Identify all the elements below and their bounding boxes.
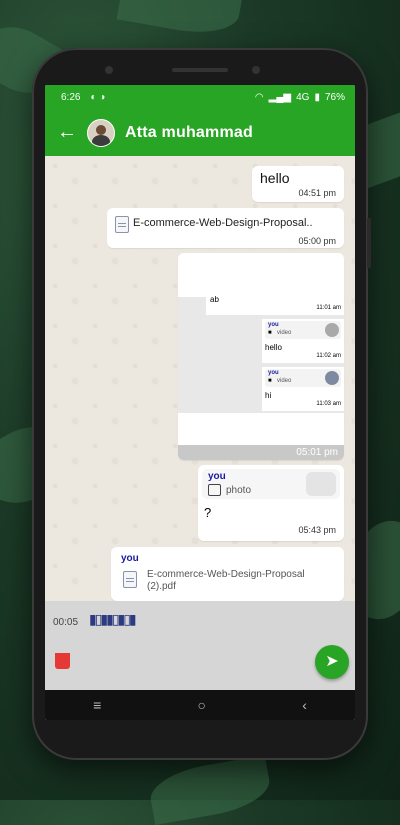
- message-bubble-reply-file[interactable]: you E-commerce-Web-Design-Proposal (2).p…: [111, 547, 344, 601]
- inner-reply-1: you ■ video hello 11:02 am: [262, 319, 344, 363]
- nav-home-icon[interactable]: ○: [198, 697, 206, 713]
- message-text: hello: [260, 170, 290, 186]
- chat-header: ← Atta muhammad: [45, 109, 355, 156]
- quoted-message[interactable]: you photo: [202, 469, 340, 499]
- message-text: ?: [204, 505, 212, 520]
- front-camera: [105, 66, 113, 74]
- reply-thumb: [325, 323, 339, 337]
- image-white-top: [178, 253, 344, 297]
- message-bubble-text[interactable]: hello 04:51 pm: [252, 166, 344, 202]
- send-button[interactable]: ➤: [315, 645, 349, 679]
- message-bubble-reply[interactable]: you photo ? 05:43 pm: [198, 465, 344, 541]
- power-button: [367, 218, 371, 268]
- quoted-sender: you: [121, 553, 139, 564]
- inner-time: 11:01 am: [316, 305, 341, 311]
- image-footer: 05:01 pm: [178, 445, 344, 460]
- status-bar: 6:26 ◐ ◑ ◠ ▂▄▆ 4G ▮ 76%: [45, 85, 355, 109]
- reply-text: hello: [265, 343, 282, 352]
- message-time: 05:00 pm: [298, 236, 336, 246]
- system-nav-bar: ≡ ○ ‹: [45, 690, 355, 720]
- reply-text: hi: [265, 391, 272, 400]
- contact-avatar[interactable]: [87, 118, 115, 147]
- reply-type: video: [277, 330, 292, 336]
- reply-type: video: [277, 378, 292, 384]
- reply-thumb: [325, 371, 339, 385]
- nav-menu-icon[interactable]: ≡: [93, 697, 101, 713]
- network-type: 4G: [296, 91, 310, 103]
- quoted-type: photo: [226, 485, 252, 496]
- reply-time: 11:02 am: [316, 353, 341, 359]
- video-icon: ■: [268, 378, 272, 384]
- file-icon: [123, 571, 137, 588]
- quoted-sender: you: [208, 471, 226, 482]
- status-time: 6:26: [61, 91, 81, 103]
- message-list[interactable]: hello 04:51 pm E-commerce-Web-Design-Pro…: [45, 156, 355, 601]
- message-time: 04:51 pm: [298, 188, 336, 198]
- inner-reply-2: you ■ video hi 11:03 am: [262, 367, 344, 411]
- image-content: ab 11:01 am you ■ video hello 11:02 am y: [178, 253, 344, 445]
- reply-preview: you ■ video: [265, 369, 341, 387]
- waveform-icon: ▮▯▮▮▯▮▯▮: [89, 611, 137, 627]
- notification-icons: ◐ ◑: [90, 91, 106, 103]
- signal-icon: ▂▄▆: [268, 91, 292, 103]
- message-time: 05:43 pm: [298, 525, 336, 535]
- wifi-icon: ◠: [254, 91, 264, 103]
- voice-recorder-panel: 00:05 ▮▯▮▮▯▮▯▮ ➤: [45, 601, 355, 690]
- back-arrow-icon[interactable]: ←: [57, 121, 81, 144]
- send-icon: ➤: [325, 653, 339, 670]
- reply-time: 11:03 am: [316, 401, 341, 407]
- video-icon: ■: [268, 330, 272, 336]
- contact-name[interactable]: Atta muhammad: [125, 124, 253, 142]
- battery-percent: 76%: [324, 91, 345, 103]
- message-time: 05:01 pm: [296, 447, 338, 458]
- background-leaf: [146, 754, 274, 825]
- file-icon: [115, 216, 129, 233]
- trash-icon[interactable]: [55, 653, 70, 669]
- quoted-thumbnail: [306, 472, 336, 496]
- battery-icon: ▮: [314, 91, 320, 103]
- inner-bubble: ab 11:01 am: [206, 295, 344, 315]
- reply-preview: you ■ video: [265, 321, 341, 339]
- message-bubble-file[interactable]: E-commerce-Web-Design-Proposal.. 05:00 p…: [107, 208, 344, 248]
- image-white-bottom: [178, 413, 344, 445]
- inner-fragment: ab: [210, 295, 219, 304]
- reply-you: you: [268, 322, 279, 328]
- app-screen: 6:26 ◐ ◑ ◠ ▂▄▆ 4G ▮ 76% ← Atta muhammad …: [45, 85, 355, 720]
- speaker-grille: [172, 68, 228, 72]
- background-leaf: [116, 0, 244, 41]
- reply-you: you: [268, 370, 279, 376]
- photo-icon: [208, 484, 221, 496]
- message-bubble-image[interactable]: ab 11:01 am you ■ video hello 11:02 am y: [178, 253, 344, 460]
- file-name: E-commerce-Web-Design-Proposal..: [133, 217, 313, 229]
- sensor: [252, 66, 260, 74]
- nav-back-icon[interactable]: ‹: [302, 697, 307, 713]
- file-name: E-commerce-Web-Design-Proposal (2).pdf: [147, 569, 305, 592]
- recording-duration: 00:05: [53, 617, 79, 628]
